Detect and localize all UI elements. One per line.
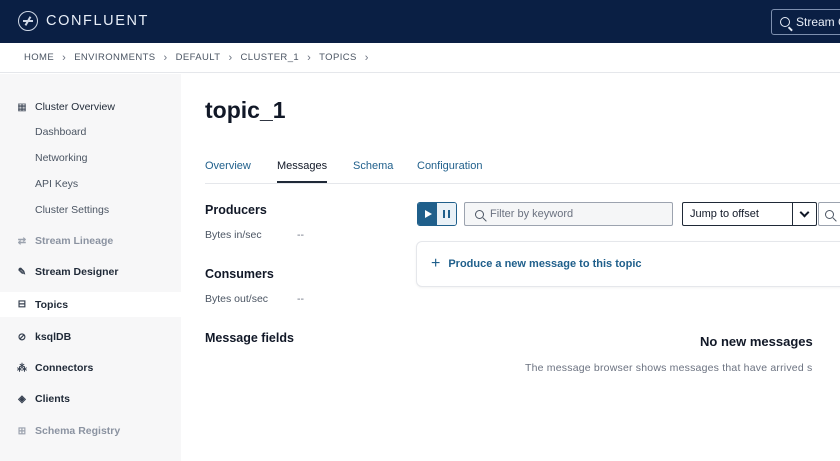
tab-configuration[interactable]: Configuration bbox=[417, 160, 482, 183]
sidebar-item-cluster-overview[interactable]: ▦ Cluster Overview bbox=[0, 100, 181, 114]
offset-search-field[interactable] bbox=[818, 202, 840, 226]
breadcrumb: HOME › ENVIRONMENTS › DEFAULT › CLUSTER_… bbox=[0, 43, 840, 73]
message-fields-heading: Message fields bbox=[205, 331, 294, 345]
brand-name: CONFLUENT bbox=[46, 13, 150, 29]
sidebar-item-label: Schema Registry bbox=[35, 425, 121, 437]
offset-select-value: Jump to offset bbox=[690, 208, 759, 220]
designer-icon: ✎ bbox=[17, 266, 27, 278]
play-pause-toggle bbox=[417, 202, 457, 226]
top-bar: CONFLUENT Stream G bbox=[0, 0, 840, 43]
page-title: topic_1 bbox=[205, 97, 286, 123]
play-button[interactable] bbox=[418, 203, 437, 225]
breadcrumb-default[interactable]: DEFAULT bbox=[176, 52, 221, 63]
produce-message-button[interactable]: + Produce a new message to this topic bbox=[416, 241, 840, 287]
confluent-logo[interactable]: CONFLUENT bbox=[18, 11, 149, 31]
chevron-right-icon: › bbox=[307, 51, 312, 64]
sidebar-item-stream-designer[interactable]: ✎ Stream Designer bbox=[0, 265, 181, 279]
sidebar-item-topics[interactable]: ⊟ Topics bbox=[0, 292, 181, 317]
tab-schema[interactable]: Schema bbox=[353, 160, 393, 183]
sidebar-item-api-keys[interactable]: API Keys bbox=[35, 178, 78, 190]
empty-state-heading: No new messages bbox=[700, 334, 813, 349]
bytes-in-value: -- bbox=[297, 229, 304, 241]
tab-overview[interactable]: Overview bbox=[205, 160, 251, 183]
bytes-in-label: Bytes in/sec bbox=[205, 229, 262, 241]
pause-button[interactable] bbox=[437, 203, 456, 225]
sidebar-item-label: Clients bbox=[35, 393, 71, 405]
pause-icon bbox=[443, 210, 450, 218]
clients-icon: ◈ bbox=[18, 393, 26, 405]
confluent-logo-icon bbox=[18, 11, 38, 31]
sidebar-item-schema-registry[interactable]: ⊞ Schema Registry bbox=[0, 424, 181, 438]
search-icon bbox=[780, 17, 790, 27]
breadcrumb-home[interactable]: HOME bbox=[24, 52, 54, 63]
sidebar-item-clients[interactable]: ◈ Clients bbox=[0, 392, 181, 406]
sidebar-item-label: Stream Lineage bbox=[35, 235, 114, 247]
lineage-icon: ⇄ bbox=[17, 235, 27, 247]
global-search-button[interactable]: Stream G bbox=[771, 9, 840, 35]
bytes-out-value: -- bbox=[297, 293, 304, 305]
play-icon bbox=[425, 210, 432, 218]
breadcrumb-cluster[interactable]: CLUSTER_1 bbox=[241, 52, 300, 63]
schema-icon: ⊞ bbox=[17, 425, 27, 437]
breadcrumb-environments[interactable]: ENVIRONMENTS bbox=[74, 52, 155, 63]
filter-input[interactable] bbox=[490, 208, 660, 220]
sidebar-item-label: Topics bbox=[35, 298, 69, 311]
sidebar-item-ksqldb[interactable]: ⊘ ksqlDB bbox=[0, 330, 181, 344]
tab-messages[interactable]: Messages bbox=[277, 160, 328, 183]
chevron-right-icon: › bbox=[364, 51, 369, 64]
global-search-label: Stream G bbox=[796, 15, 840, 29]
sidebar-item-label: Stream Designer bbox=[35, 266, 119, 278]
offset-dropdown-button[interactable] bbox=[792, 203, 816, 225]
producers-heading: Producers bbox=[205, 203, 267, 217]
sidebar: ▦ Cluster Overview Dashboard Networking … bbox=[0, 74, 181, 461]
sidebar-item-label: Connectors bbox=[35, 362, 94, 374]
sidebar-item-stream-lineage[interactable]: ⇄ Stream Lineage bbox=[0, 234, 181, 248]
bytes-out-label: Bytes out/sec bbox=[205, 293, 269, 305]
empty-state-text: The message browser shows messages that … bbox=[525, 362, 813, 374]
chevron-down-icon bbox=[799, 207, 810, 217]
offset-select[interactable]: Jump to offset bbox=[682, 202, 817, 226]
plus-icon: + bbox=[431, 255, 441, 272]
breadcrumb-topics[interactable]: TOPICS bbox=[319, 52, 357, 63]
chevron-right-icon: › bbox=[163, 51, 168, 64]
topic-icon: ⊟ bbox=[17, 299, 27, 310]
sidebar-item-connectors[interactable]: ⁂ Connectors bbox=[0, 361, 181, 375]
tab-bar: Overview Messages Schema Configuration bbox=[205, 160, 840, 184]
connectors-icon: ⁂ bbox=[17, 362, 27, 374]
chevron-right-icon: › bbox=[228, 51, 233, 64]
search-icon bbox=[825, 209, 834, 219]
sidebar-item-networking[interactable]: Networking bbox=[35, 152, 88, 164]
sidebar-item-cluster-settings[interactable]: Cluster Settings bbox=[35, 204, 109, 216]
chevron-right-icon: › bbox=[62, 51, 67, 64]
ksqldb-icon: ⊘ bbox=[17, 331, 27, 343]
grid-icon: ▦ bbox=[17, 101, 27, 113]
sidebar-item-label: ksqlDB bbox=[35, 331, 72, 343]
produce-message-label: Produce a new message to this topic bbox=[448, 258, 642, 270]
sidebar-item-label: Cluster Overview bbox=[35, 101, 115, 113]
filter-field[interactable] bbox=[464, 202, 673, 226]
search-icon bbox=[475, 209, 484, 219]
sidebar-item-dashboard[interactable]: Dashboard bbox=[35, 126, 86, 138]
consumers-heading: Consumers bbox=[205, 267, 274, 281]
